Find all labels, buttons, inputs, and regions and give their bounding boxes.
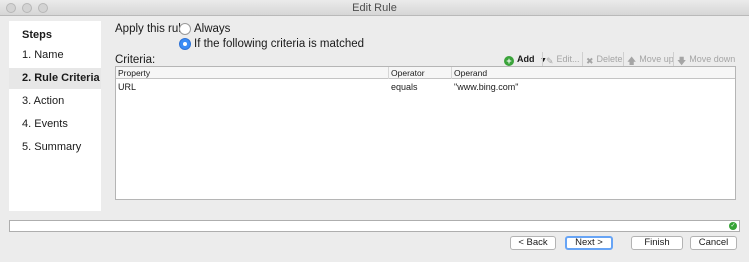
column-header-property[interactable]: Property — [116, 67, 389, 79]
criteria-label: Criteria: — [115, 54, 156, 66]
check-icon: ✓ — [729, 222, 737, 230]
always-radio-label[interactable]: Always — [194, 23, 230, 35]
add-button[interactable]: + Add ▼ — [504, 52, 547, 66]
step-name[interactable]: 1. Name — [9, 45, 101, 66]
cell-operand: "www.bing.com" — [454, 82, 519, 92]
cancel-button[interactable]: Cancel — [690, 236, 737, 250]
move-up-button-label: Move up — [639, 54, 674, 64]
steps-panel: Steps 1. Name 2. Rule Criteria 3. Action… — [9, 21, 101, 211]
step-summary[interactable]: 5. Summary — [9, 137, 101, 158]
column-header-operator[interactable]: Operator — [389, 67, 452, 79]
step-action[interactable]: 3. Action — [9, 91, 101, 112]
finish-button[interactable]: Finish — [631, 236, 683, 250]
step-events[interactable]: 4. Events — [9, 114, 101, 135]
criteria-matched-radio[interactable] — [179, 38, 191, 50]
always-radio[interactable] — [179, 23, 191, 35]
edit-button[interactable]: ✎ Edit... — [546, 52, 580, 66]
toolbar-separator — [542, 52, 543, 66]
move-down-button-label: Move down — [689, 54, 736, 64]
edit-button-label: Edit... — [556, 54, 580, 64]
cell-operator: equals — [391, 82, 418, 92]
add-icon: + — [504, 56, 514, 66]
step-rule-criteria[interactable]: 2. Rule Criteria — [9, 68, 101, 89]
window-title: Edit Rule — [352, 2, 397, 14]
toolbar-separator — [673, 52, 674, 66]
toolbar-separator — [623, 52, 624, 66]
next-button[interactable]: Next > — [565, 236, 613, 250]
move-down-button[interactable]: 🡇 Move down — [677, 52, 735, 66]
toolbar-separator — [582, 52, 583, 66]
status-bar: ✓ — [9, 220, 740, 232]
title-bar: Edit Rule — [0, 0, 749, 16]
criteria-matched-radio-label[interactable]: If the following criteria is matched — [194, 38, 364, 50]
delete-button-label: Delete — [596, 54, 623, 64]
delete-button[interactable]: ✖ Delete — [586, 52, 623, 66]
back-button[interactable]: < Back — [510, 236, 556, 250]
column-header-operand[interactable]: Operand — [452, 67, 735, 79]
add-button-label: Add — [517, 54, 535, 64]
steps-heading: Steps — [22, 29, 52, 41]
cell-property: URL — [118, 82, 137, 92]
move-up-button[interactable]: 🡅 Move up — [627, 52, 674, 66]
criteria-table[interactable]: Property Operator Operand URL equals "ww… — [115, 66, 736, 200]
table-header: Property Operator Operand — [116, 67, 735, 79]
